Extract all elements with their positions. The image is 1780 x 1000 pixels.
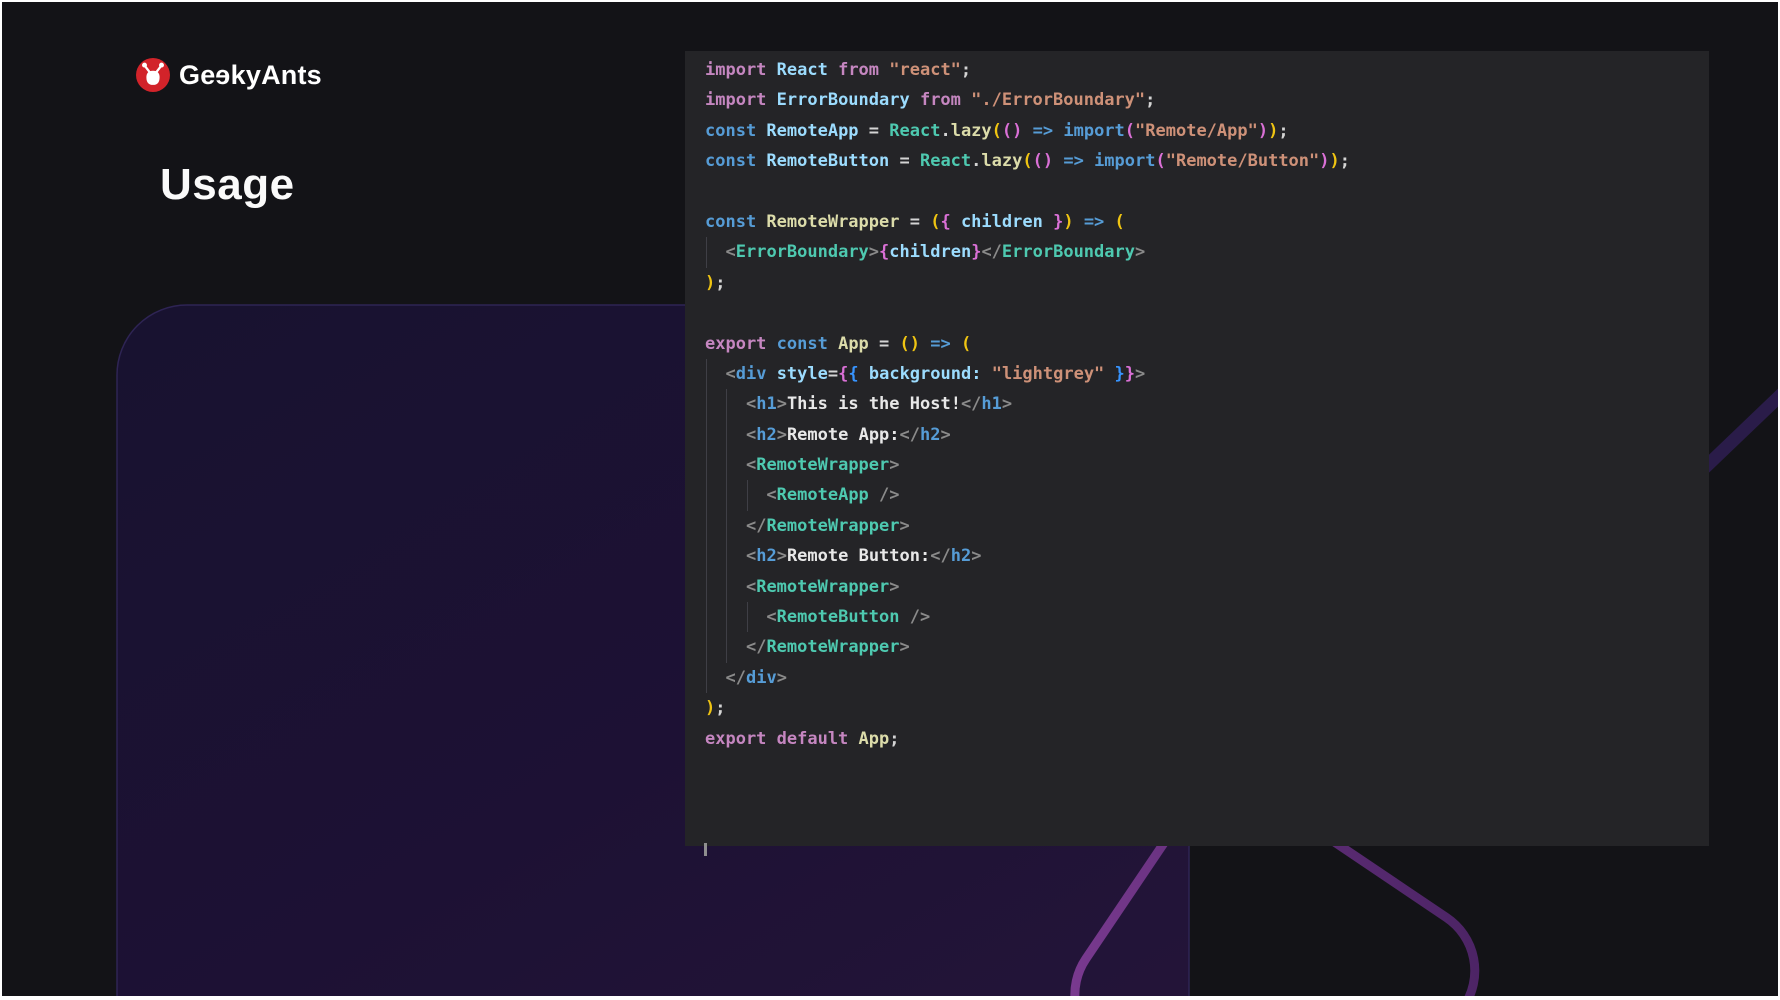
- indent-guide: [726, 450, 727, 480]
- indent-guide: [706, 237, 707, 267]
- code-line: <RemoteApp />: [705, 480, 1709, 510]
- geekyants-logo-icon: [136, 58, 170, 92]
- code-line: import ErrorBoundary from "./ErrorBounda…: [705, 85, 1709, 115]
- code-line: [705, 784, 1709, 814]
- page-frame: GeekyAnts Usage import React from "react…: [0, 0, 1780, 1000]
- indent-guide: [747, 480, 748, 510]
- indent-guide: [706, 602, 707, 632]
- indent-guide: [706, 632, 707, 662]
- code-line: [705, 815, 1709, 845]
- indent-guide: [706, 389, 707, 419]
- indent-guide: [726, 420, 727, 450]
- slide: GeekyAnts Usage import React from "react…: [2, 2, 1778, 996]
- code-line: [705, 298, 1709, 328]
- indent-guide: [726, 389, 727, 419]
- code-line: [705, 177, 1709, 207]
- indent-guide: [706, 541, 707, 571]
- indent-guide: [726, 602, 727, 632]
- code-line: const RemoteApp = React.lazy(() => impor…: [705, 116, 1709, 146]
- indent-guide: [726, 572, 727, 602]
- brand-logo: GeekyAnts: [136, 58, 322, 92]
- code-line: </div>: [705, 663, 1709, 693]
- code-line: <h2>Remote Button:</h2>: [705, 541, 1709, 571]
- code-line: import React from "react";: [705, 55, 1709, 85]
- code-line: [705, 754, 1709, 784]
- code-line: <RemoteWrapper>: [705, 572, 1709, 602]
- code-line: export const App = () => (: [705, 329, 1709, 359]
- indent-guide: [726, 511, 727, 541]
- indent-guide: [706, 663, 707, 693]
- brand-name: GeekyAnts: [179, 60, 322, 91]
- indent-guide: [726, 541, 727, 571]
- indent-guide: [706, 480, 707, 510]
- indent-guide: [706, 572, 707, 602]
- indent-guide: [706, 511, 707, 541]
- brand-name-reversed-e: e: [215, 60, 230, 91]
- code-line: <RemoteWrapper>: [705, 450, 1709, 480]
- code-line: const RemoteWrapper = ({ children }) => …: [705, 207, 1709, 237]
- code-line: export default App;: [705, 724, 1709, 754]
- brand-name-part2: kyAnts: [231, 60, 322, 90]
- code-line: <h2>Remote App:</h2>: [705, 420, 1709, 450]
- code-line: <RemoteButton />: [705, 602, 1709, 632]
- indent-guide: [726, 632, 727, 662]
- indent-guide: [747, 602, 748, 632]
- code-editor: import React from "react";import ErrorBo…: [685, 51, 1709, 846]
- indent-guide: [706, 420, 707, 450]
- code-line: <h1>This is the Host!</h1>: [705, 389, 1709, 419]
- indent-guide: [726, 480, 727, 510]
- indent-guide: [706, 450, 707, 480]
- slide-title: Usage: [160, 160, 295, 210]
- code-line: );: [705, 693, 1709, 723]
- code-line: </RemoteWrapper>: [705, 511, 1709, 541]
- text-cursor: [704, 843, 707, 856]
- code-line: );: [705, 268, 1709, 298]
- code-line: <ErrorBoundary>{children}</ErrorBoundary…: [705, 237, 1709, 267]
- brand-name-part1: Ge: [179, 60, 215, 90]
- code-line: <div style={{ background: "lightgrey" }}…: [705, 359, 1709, 389]
- code-line: </RemoteWrapper>: [705, 632, 1709, 662]
- code-line: const RemoteButton = React.lazy(() => im…: [705, 146, 1709, 176]
- indent-guide: [706, 359, 707, 389]
